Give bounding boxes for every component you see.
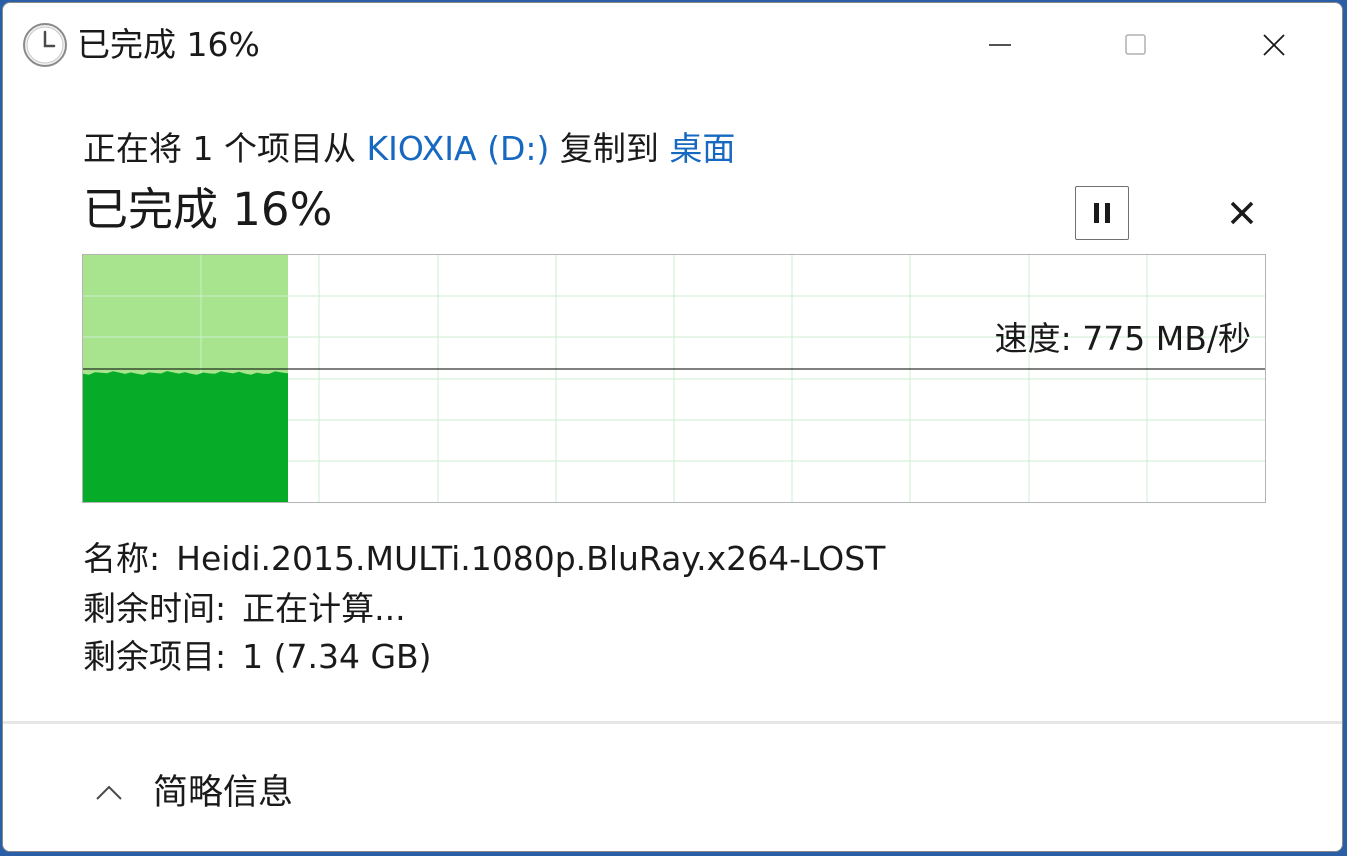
copy-prefix: 正在将 1 个项目从 — [83, 129, 367, 168]
time-remaining-value: 正在计算... — [242, 589, 406, 628]
less-info-label: 简略信息 — [153, 773, 294, 813]
chevron-up-icon — [96, 785, 122, 800]
pause-button[interactable] — [1075, 186, 1129, 240]
speed-graph-canvas — [83, 255, 1265, 502]
detail-name: 名称: Heidi.2015.MULTi.1080p.BluRay.x264-LO… — [83, 537, 885, 581]
title-bar[interactable]: 已完成 16% — [3, 3, 1342, 87]
time-remaining-label: 剩余时间: — [83, 589, 227, 628]
less-info-button[interactable]: 简略信息 — [91, 768, 293, 818]
maximize-icon — [1125, 34, 1146, 55]
close-button[interactable] — [1205, 3, 1342, 87]
detail-items-remaining: 剩余项目: 1 (7.34 GB) — [83, 635, 432, 679]
minimize-button[interactable] — [931, 3, 1069, 87]
items-remaining-label: 剩余项目: — [83, 637, 227, 676]
clock-icon — [23, 23, 67, 67]
pause-icon — [1094, 203, 1110, 223]
copy-progress-window: 已完成 16% 正在将 1 个项目从 KIOXIA (D:) 复制到 桌面 已完… — [2, 2, 1343, 852]
maximize-button[interactable] — [1067, 3, 1205, 87]
progress-percent: 已完成 16% — [83, 183, 333, 236]
close-icon — [1263, 34, 1285, 56]
speed-label: 速度: 775 MB/秒 — [994, 319, 1251, 358]
name-label: 名称: — [83, 539, 161, 578]
minimize-icon — [989, 44, 1011, 46]
detail-time-remaining: 剩余时间: 正在计算... — [83, 587, 406, 631]
footer: 简略信息 — [3, 724, 1342, 851]
cancel-button[interactable] — [1215, 186, 1269, 240]
speed-graph: 速度: 775 MB/秒 — [82, 254, 1266, 503]
items-remaining-value: 1 (7.34 GB) — [242, 637, 432, 676]
source-link[interactable]: KIOXIA (D:) — [366, 129, 549, 168]
destination-link[interactable]: 桌面 — [669, 129, 735, 168]
copy-description: 正在将 1 个项目从 KIOXIA (D:) 复制到 桌面 — [83, 127, 735, 171]
cancel-icon — [1230, 201, 1254, 225]
window-title: 已完成 16% — [77, 25, 260, 64]
copy-middle: 复制到 — [549, 129, 670, 168]
speed-history-area — [83, 371, 288, 502]
name-value: Heidi.2015.MULTi.1080p.BluRay.x264-LOST — [176, 539, 886, 578]
